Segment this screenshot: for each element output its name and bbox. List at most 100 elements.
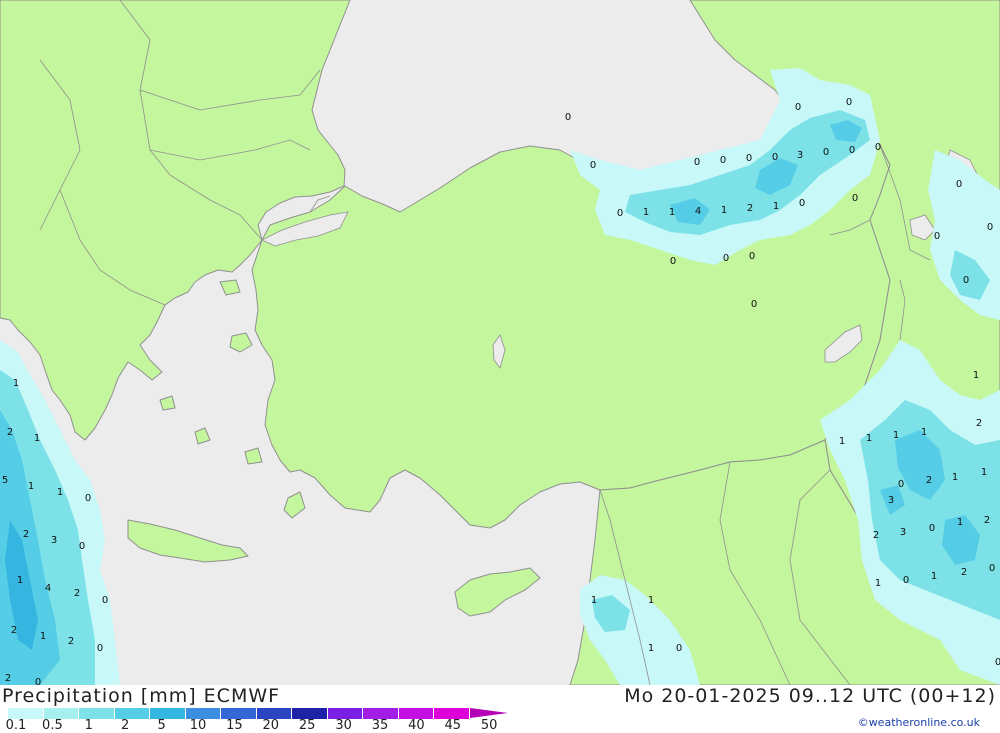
precip-value-label: 1 <box>591 595 597 606</box>
precip-value-label: 2 <box>74 588 80 599</box>
precip-value-label: 2 <box>11 625 17 636</box>
legend-label: 30 <box>335 718 352 733</box>
legend-label: 25 <box>298 718 316 733</box>
precip-value-label: 0 <box>898 479 904 490</box>
precip-value-label: 0 <box>720 155 726 166</box>
legend-label: 0.1 <box>5 718 27 733</box>
precip-value-label: 1 <box>893 430 899 441</box>
precip-value-label: 0 <box>676 643 682 654</box>
precip-value-label: 0 <box>956 179 962 190</box>
precip-value-label: 0 <box>85 493 91 504</box>
precip-value-label: 0 <box>35 677 41 685</box>
legend-label: 10 <box>189 718 207 733</box>
legend-label: 20 <box>262 718 280 733</box>
precip-value-label: 2 <box>926 475 932 486</box>
precip-value-label: 1 <box>973 370 979 381</box>
precip-value-label: 0 <box>929 523 935 534</box>
precip-value-label: 2 <box>747 203 753 214</box>
precip-value-label: 0 <box>565 112 571 123</box>
precip-value-label: 0 <box>590 160 596 171</box>
precip-value-label: 0 <box>772 152 778 163</box>
precip-value-label: 3 <box>900 527 906 538</box>
precip-value-label: 2 <box>984 515 990 526</box>
precip-value-label: 1 <box>875 578 881 589</box>
precip-value-label: 0 <box>749 251 755 262</box>
precip-value-label: 1 <box>931 571 937 582</box>
aegean-island-3 <box>194 427 211 445</box>
precip-value-label: 1 <box>773 201 779 212</box>
legend-label: 40 <box>408 718 425 733</box>
forecast-timestamp: Mo 20-01-2025 09..12 UTC (00+12) <box>624 685 996 707</box>
precip-value-label: 0 <box>97 643 103 654</box>
legend-arrow <box>469 708 508 718</box>
precip-value-label: 1 <box>957 517 963 528</box>
precip-value-label: 1 <box>921 427 927 438</box>
precip-value-label: 0 <box>995 657 1000 668</box>
precip-value-label: 0 <box>102 595 108 606</box>
precip-value-label: 0 <box>670 256 676 267</box>
precip-value-label: 0 <box>694 157 700 168</box>
precip-value-label: 0 <box>852 193 858 204</box>
precip-value-label: 0 <box>903 575 909 586</box>
precip-value-label: 4 <box>45 583 51 594</box>
precip-value-label: 0 <box>723 253 729 264</box>
map-title: Precipitation [mm] ECMWF <box>2 685 281 707</box>
precip-value-label: 0 <box>987 222 993 233</box>
precip-value-label: 1 <box>28 481 34 492</box>
precip-value-label: 0 <box>79 541 85 552</box>
precip-value-label: 1 <box>643 207 649 218</box>
precip-value-label: 2 <box>7 427 13 438</box>
legend-label: 2 <box>121 718 130 733</box>
precip-value-label: 2 <box>961 567 967 578</box>
precipitation-map[interactable]: 0000003000000114121000000000012151102301… <box>0 0 1000 685</box>
precip-value-label: 1 <box>839 436 845 447</box>
precip-value-label: 0 <box>799 198 805 209</box>
precip-value-label: 0 <box>617 208 623 219</box>
precip-value-label: 1 <box>40 631 46 642</box>
precip-value-label: 2 <box>5 673 11 684</box>
precip-value-label: 0 <box>875 142 881 153</box>
aegean-island-2 <box>219 279 241 296</box>
credit-link[interactable]: ©weatheronline.co.uk <box>858 716 980 729</box>
precip-value-label: 1 <box>721 205 727 216</box>
precip-value-label: 0 <box>989 563 995 574</box>
cyprus-island <box>454 567 541 617</box>
precip-value-label: 1 <box>648 643 654 654</box>
precipitation-legend-labels: 0.1 0.5 1 2 5 10 15 20 25 30 35 40 45 50 <box>0 718 520 733</box>
precip-value-label: 2 <box>68 636 74 647</box>
precip-value-label: 1 <box>34 433 40 444</box>
precip-value-label: 0 <box>795 102 801 113</box>
crete-island <box>127 519 249 563</box>
aegean-island-6 <box>244 447 263 465</box>
precip-value-label: 1 <box>57 487 63 498</box>
precip-value-label: 0 <box>934 231 940 242</box>
precip-value-label: 1 <box>981 467 987 478</box>
legend-label: 0.5 <box>42 718 63 733</box>
precip-value-label: 0 <box>751 299 757 310</box>
legend-label: 45 <box>444 718 462 733</box>
legend-label: 50 <box>480 718 498 733</box>
precip-value-label: 1 <box>952 472 958 483</box>
precip-value-label: 1 <box>866 433 872 444</box>
precip-value-label: 0 <box>846 97 852 108</box>
legend-label: 35 <box>371 718 389 733</box>
legend-label: 15 <box>226 718 243 733</box>
precip-value-label: 3 <box>888 495 894 506</box>
aegean-island-1 <box>229 332 253 353</box>
legend-label: 5 <box>157 718 166 733</box>
precip-value-label: 1 <box>648 595 654 606</box>
precip-value-label: 4 <box>695 206 701 217</box>
precip-value-label: 1 <box>13 378 19 389</box>
precip-value-label: 1 <box>17 575 23 586</box>
precip-value-label: 3 <box>797 150 803 161</box>
legend-label: 1 <box>84 718 93 733</box>
precip-value-label: 2 <box>23 529 29 540</box>
aegean-island-4 <box>283 491 306 519</box>
precip-value-label: 2 <box>976 418 982 429</box>
precip-value-label: 0 <box>746 153 752 164</box>
precip-value-label: 5 <box>2 475 8 486</box>
precip-value-label: 1 <box>669 207 675 218</box>
map-footer: Precipitation [mm] ECMWF Mo 20-01-2025 0… <box>0 685 1000 733</box>
precip-value-label: 0 <box>963 275 969 286</box>
map-canvas: 00 0 0 0 0 3 0 0 00 00 1 1 4 1 2 1 0 000 0 0000012151102301… <box>0 0 1000 685</box>
